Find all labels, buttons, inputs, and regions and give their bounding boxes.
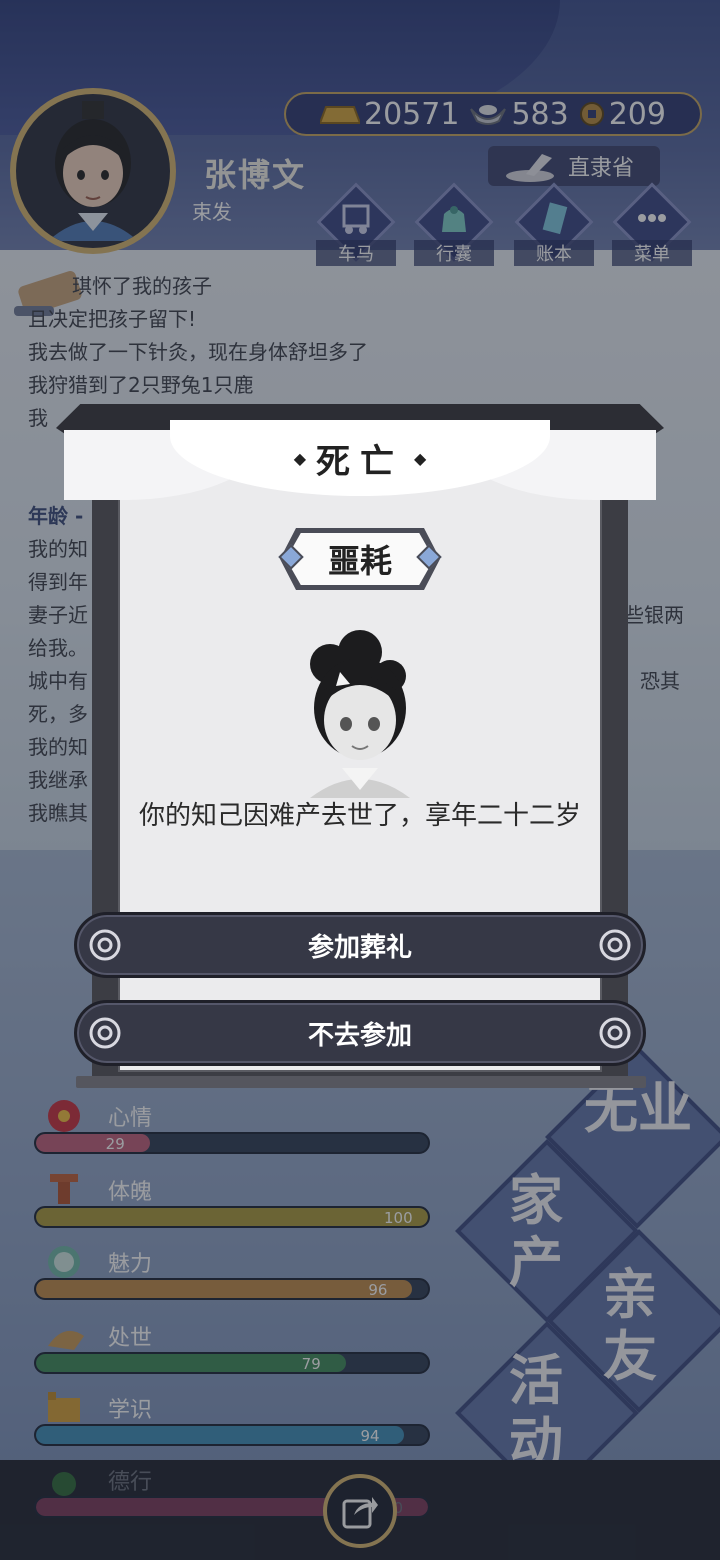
confidant-portrait-icon (310, 630, 410, 798)
decline-funeral-button[interactable]: 不去参加 (74, 1000, 646, 1066)
cloud-ornament-icon (599, 1017, 631, 1049)
cloud-ornament-icon (89, 929, 121, 961)
death-message: 你的知己因难产去世了，享年二十二岁 (138, 801, 581, 831)
title-dot-icon: ◆ (293, 448, 306, 468)
news-badge: 噩耗 (280, 528, 440, 590)
news-badge-label: 噩耗 (286, 533, 434, 585)
attend-funeral-button[interactable]: 参加葬礼 (74, 912, 646, 978)
cloud-ornament-icon (89, 1017, 121, 1049)
dialog-title: 死亡 (316, 441, 404, 482)
dialog-base (76, 1076, 646, 1088)
cloud-ornament-icon (599, 929, 631, 961)
decline-funeral-label: 不去参加 (307, 1020, 412, 1051)
attend-funeral-label: 参加葬礼 (307, 932, 412, 963)
title-dot-icon: ◆ (414, 448, 427, 468)
